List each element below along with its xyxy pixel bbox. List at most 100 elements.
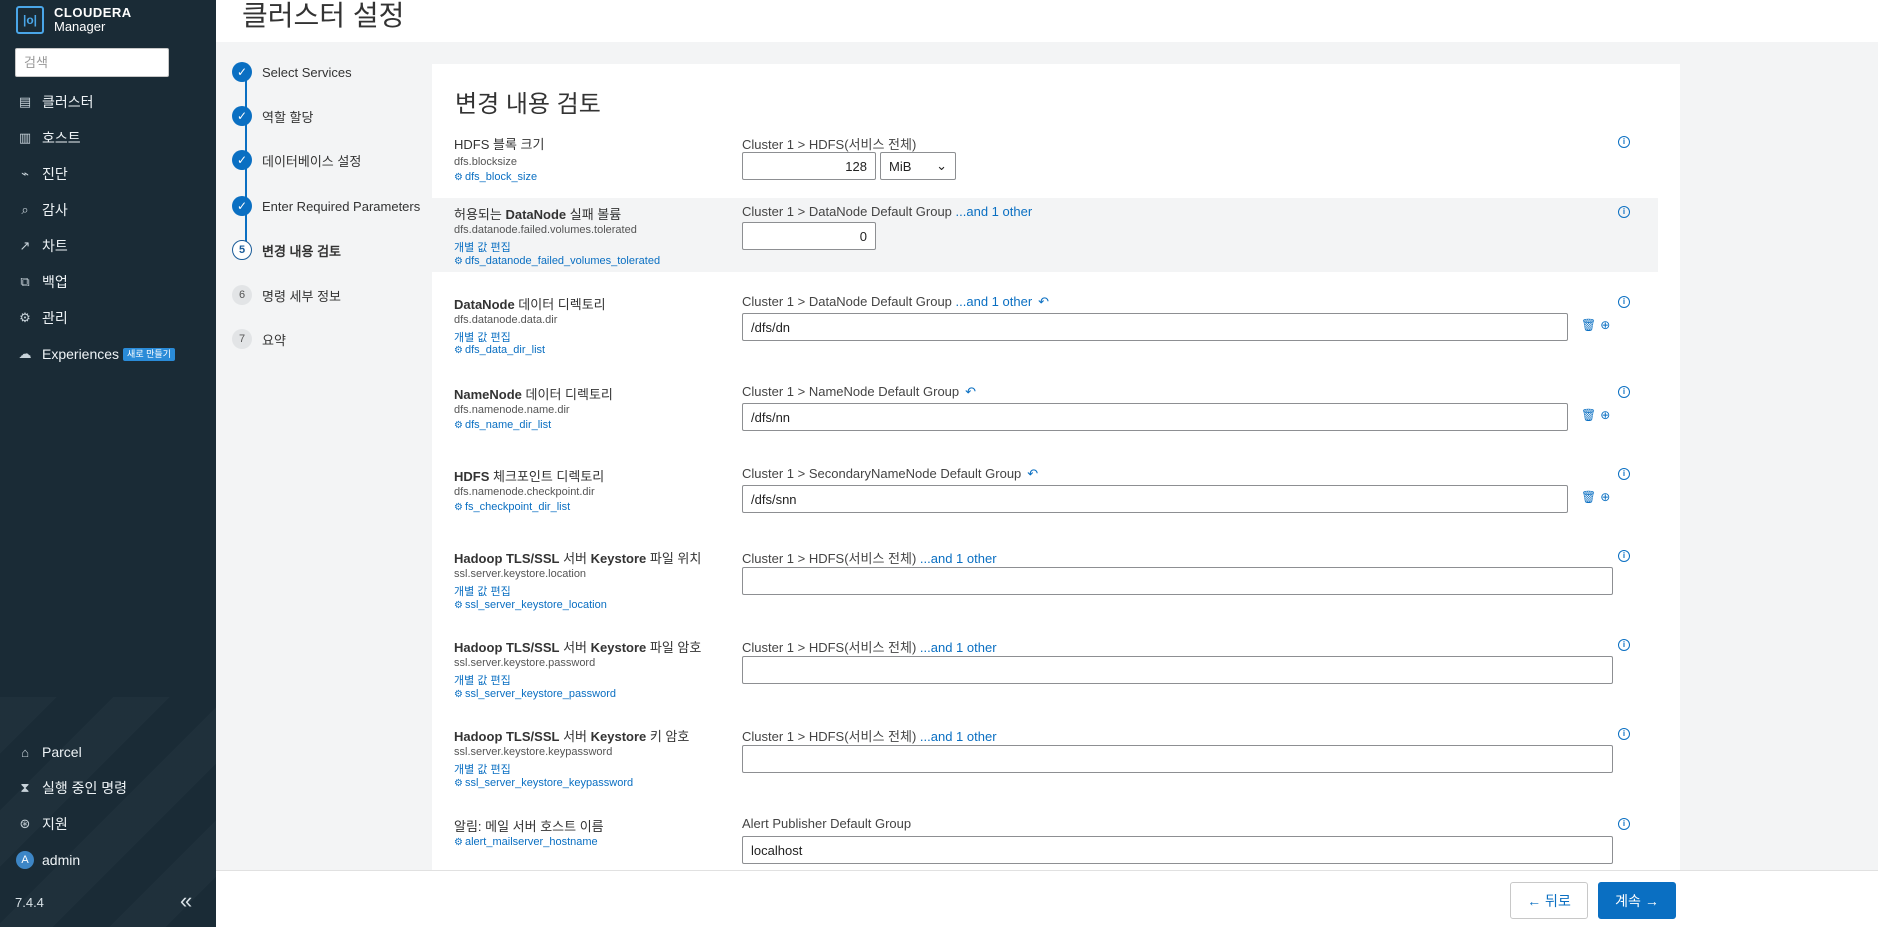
config-property-link[interactable]: ⚙ alert_mailserver_hostname <box>454 836 598 848</box>
config-row-keystore-location: Hadoop TLS/SSL 서버 Keystore 파일 위치 ssl.ser… <box>432 542 1658 616</box>
config-scope: Cluster 1 > HDFS(서비스 전체) <box>742 137 917 152</box>
step-complete-icon: ✓ <box>232 150 252 170</box>
step-label: Enter Required Parameters <box>262 198 421 214</box>
info-icon[interactable]: i <box>1618 468 1630 480</box>
config-key: dfs.blocksize <box>454 156 517 168</box>
blocksize-unit-select[interactable]: MiB ⌄ <box>880 152 956 180</box>
keystore-location-input[interactable] <box>742 567 1613 595</box>
brand-name: CLOUDERA <box>54 5 132 20</box>
step-complete-icon: ✓ <box>232 106 252 126</box>
hourglass-icon: ⧗ <box>20 780 30 795</box>
trash-icon[interactable]: 🗑 <box>1581 490 1596 504</box>
info-icon[interactable]: i <box>1618 386 1630 398</box>
sidebar: |o| CLOUDERA Manager ▤클러스터 ▥호스트 ⌁진단 ⌕감사 … <box>0 0 216 927</box>
continue-button[interactable]: 계속 → <box>1598 882 1676 919</box>
config-property-link[interactable]: ⚙ dfs_block_size <box>454 171 537 183</box>
config-row-checkpoint-dir: HDFS 체크포인트 디렉토리 dfs.namenode.checkpoint.… <box>432 460 1658 520</box>
undo-icon[interactable]: ↶ <box>1027 466 1038 481</box>
mailserver-hostname-input[interactable] <box>742 836 1613 864</box>
edit-individual-values-link[interactable]: 개별 값 편집 <box>454 239 511 255</box>
config-property-link[interactable]: ⚙ dfs_datanode_failed_volumes_tolerated <box>454 255 660 267</box>
sidebar-item-hosts[interactable]: ▥ 호스트 <box>16 125 81 151</box>
sidebar-item-experiences[interactable]: ☁ Experiences 새로 만들기 <box>16 341 175 367</box>
sidebar-item-parcel[interactable]: ⌂ Parcel <box>16 739 82 765</box>
config-property-link[interactable]: ⚙ dfs_data_dir_list <box>454 344 545 356</box>
list-actions: 🗑 ⊕ <box>1581 490 1614 504</box>
config-scope: Cluster 1 > NameNode Default Group ↶ <box>742 384 977 399</box>
edit-individual-values-link[interactable]: 개별 값 편집 <box>454 583 511 599</box>
info-icon[interactable]: i <box>1618 136 1630 148</box>
step-select-services: ✓ Select Services <box>232 61 352 83</box>
chevron-down-icon: ⌄ <box>936 158 947 173</box>
sidebar-item-user[interactable]: Aadmin <box>16 847 80 873</box>
undo-icon[interactable]: ↶ <box>965 384 976 399</box>
config-row-keystore-keypassword: Hadoop TLS/SSL 서버 Keystore 키 암호 ssl.serv… <box>432 720 1658 794</box>
step-complete-icon: ✓ <box>232 62 252 82</box>
and-others-link[interactable]: ...and 1 other <box>956 294 1033 309</box>
undo-icon[interactable]: ↶ <box>1038 294 1049 309</box>
checkpoint-dir-input[interactable] <box>742 485 1568 513</box>
trash-icon[interactable]: 🗑 <box>1581 318 1596 332</box>
config-property-link[interactable]: ⚙ ssl_server_keystore_location <box>454 599 607 611</box>
sidebar-item-diagnostics[interactable]: ⌁ 진단 <box>16 161 68 187</box>
sidebar-item-running-commands[interactable]: ⧗ 실행 중인 명령 <box>16 775 127 801</box>
sidebar-item-admin[interactable]: ⚙ 관리 <box>16 305 68 331</box>
user-avatar: A <box>16 851 34 869</box>
keystore-password-input[interactable] <box>742 656 1613 684</box>
support-icon: ⊛ <box>19 816 31 831</box>
add-circle-icon[interactable]: ⊕ <box>1600 490 1610 504</box>
collapse-sidebar-icon[interactable]: « <box>180 888 192 914</box>
config-property-link[interactable]: ⚙ fs_checkpoint_dir_list <box>454 501 570 513</box>
config-row-namenode-dir: NameNode 데이터 디렉토리 dfs.namenode.name.dir … <box>432 378 1658 438</box>
config-row-dfs-blocksize: HDFS 블록 크기 dfs.blocksize ⚙ dfs_block_size… <box>432 128 1658 188</box>
config-label: HDFS 블록 크기 <box>454 137 545 152</box>
cloudera-logo[interactable]: |o| CLOUDERA Manager <box>16 4 132 36</box>
add-circle-icon[interactable]: ⊕ <box>1600 408 1610 422</box>
sidebar-item-clusters[interactable]: ▤ 클러스터 <box>16 89 94 115</box>
step-label: 요약 <box>262 332 286 348</box>
namenode-dir-input[interactable] <box>742 403 1568 431</box>
blocksize-input[interactable] <box>742 152 876 180</box>
config-key: ssl.server.keystore.keypassword <box>454 746 613 758</box>
config-row-datanode-dir: DataNode 데이터 디렉토리 dfs.datanode.data.dir … <box>432 288 1658 358</box>
config-property-link[interactable]: ⚙ dfs_name_dir_list <box>454 419 551 431</box>
info-icon[interactable]: i <box>1618 296 1630 308</box>
edit-individual-values-link[interactable]: 개별 값 편집 <box>454 329 511 345</box>
datanode-dir-input[interactable] <box>742 313 1568 341</box>
back-button[interactable]: ← 뒤로 <box>1510 882 1588 919</box>
config-property-link[interactable]: ⚙ ssl_server_keystore_password <box>454 688 616 700</box>
config-row-keystore-password: Hadoop TLS/SSL 서버 Keystore 파일 암호 ssl.ser… <box>432 631 1658 705</box>
config-label: HDFS 체크포인트 디렉토리 <box>454 469 605 484</box>
info-icon[interactable]: i <box>1618 639 1630 651</box>
sidebar-item-charts[interactable]: ↗ 차트 <box>16 233 68 259</box>
failed-volumes-input[interactable] <box>742 222 876 250</box>
sidebar-item-audit[interactable]: ⌕ 감사 <box>16 197 67 223</box>
and-others-link[interactable]: ...and 1 other <box>920 551 997 566</box>
keystore-keypassword-input[interactable] <box>742 745 1613 773</box>
sidebar-item-label: 백업 <box>42 274 68 290</box>
trash-icon[interactable]: 🗑 <box>1581 408 1596 422</box>
config-key: ssl.server.keystore.password <box>454 657 596 669</box>
info-icon[interactable]: i <box>1618 728 1630 740</box>
config-property-link[interactable]: ⚙ ssl_server_keystore_keypassword <box>454 777 633 789</box>
config-scope: Cluster 1 > DataNode Default Group ...an… <box>742 204 1033 219</box>
info-icon[interactable]: i <box>1618 206 1630 218</box>
and-others-link[interactable]: ...and 1 other <box>920 640 997 655</box>
info-icon[interactable]: i <box>1618 818 1630 830</box>
gears-icon: ⚙ <box>454 420 463 431</box>
step-required-parameters: ✓ Enter Required Parameters <box>232 195 420 217</box>
edit-individual-values-link[interactable]: 개별 값 편집 <box>454 761 511 777</box>
config-label: Hadoop TLS/SSL 서버 Keystore 파일 암호 <box>454 640 702 655</box>
add-circle-icon[interactable]: ⊕ <box>1600 318 1610 332</box>
and-others-link[interactable]: ...and 1 other <box>956 204 1033 219</box>
gears-icon: ⚙ <box>454 778 463 789</box>
diagnostics-icon: ⌁ <box>21 166 29 181</box>
config-key: ssl.server.keystore.location <box>454 568 587 580</box>
step-database-setup: ✓ 데이터베이스 설정 <box>232 149 361 171</box>
and-others-link[interactable]: ...and 1 other <box>920 729 997 744</box>
info-icon[interactable]: i <box>1618 550 1630 562</box>
sidebar-item-support[interactable]: ⊛ 지원 <box>16 811 68 837</box>
edit-individual-values-link[interactable]: 개별 값 편집 <box>454 672 511 688</box>
sidebar-search-input[interactable] <box>15 48 169 77</box>
sidebar-item-backup[interactable]: ⧉ 백업 <box>16 269 68 295</box>
